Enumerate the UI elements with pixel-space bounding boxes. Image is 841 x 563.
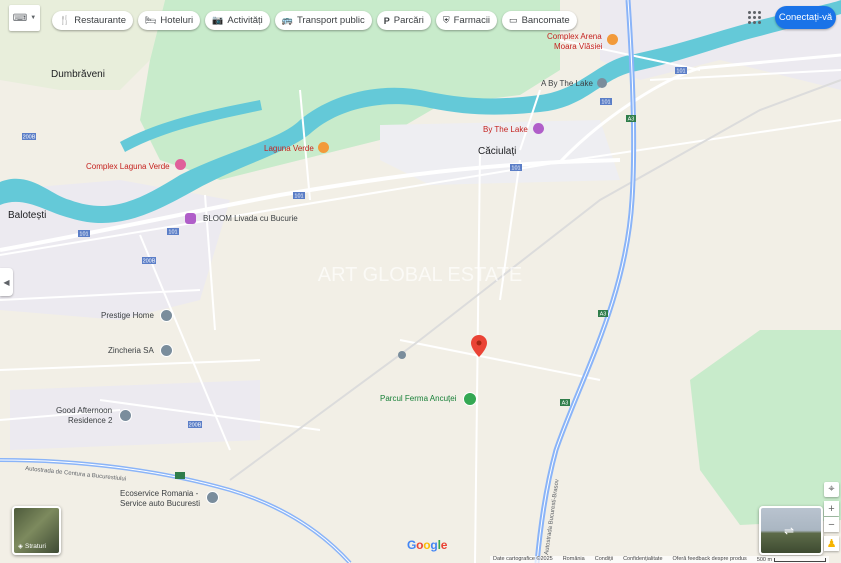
privacy-link[interactable]: Confidențialitate (623, 556, 662, 563)
keyboard-icon: ⌨ (12, 12, 28, 24)
place-pin-icon[interactable] (597, 78, 607, 88)
shield-101-1: 101 (79, 232, 88, 238)
label-ecoservice-1[interactable]: Ecoservice Romania - (120, 489, 198, 498)
road-names: Autostrada de Centura a Bucurestiului Au… (25, 466, 561, 555)
parking-icon: P (383, 15, 390, 26)
shield-200b-1: 200B (23, 135, 36, 141)
label-a-by-the-lake[interactable]: A By The Lake (541, 79, 593, 88)
map-footer: Date cartografice ©2025 România Condiții… (490, 556, 830, 563)
pharmacy-icon: ⛨ (442, 15, 450, 25)
chip-atms[interactable]: ▭ Bancomate (502, 11, 577, 30)
shop-pin-icon[interactable] (185, 213, 196, 224)
sign-in-button[interactable]: Conectați-vă (775, 6, 836, 29)
chip-label: Hoteluri (160, 15, 194, 26)
chip-pharmacies[interactable]: ⛨ Farmacii (435, 11, 498, 30)
scale-label: 500 m (756, 556, 773, 563)
bus-icon: 🚌 (281, 15, 293, 25)
scale-bar[interactable]: 500 m (756, 556, 827, 563)
label-by-the-lake[interactable]: By The Lake (483, 125, 528, 134)
shield-a3-3: A3 (562, 401, 569, 407)
shield-101-3: 101 (294, 194, 303, 200)
label-balotesti[interactable]: Balotești (8, 210, 46, 221)
watermark: ART GLOBAL ESTATE (318, 264, 523, 286)
layers-text: Straturi (25, 542, 46, 550)
chip-label: Bancomate (521, 15, 570, 26)
fork-knife-icon: 🍴 (59, 15, 71, 25)
layers-icon: ◈ (18, 543, 23, 550)
small-place-icon[interactable] (398, 351, 406, 359)
place-pin-icon-3[interactable] (160, 344, 173, 357)
layers-button[interactable]: ◈ Straturi (12, 506, 61, 555)
selected-location-pin-icon[interactable] (471, 335, 487, 362)
shield-101-2: 101 (168, 230, 177, 236)
hotel-pin-icon-2[interactable] (175, 159, 186, 170)
bed-icon: 🛏 (144, 15, 157, 25)
restaurant-pin-icon-2[interactable] (318, 142, 329, 153)
input-tools-button[interactable]: ⌨ ▼ (9, 5, 40, 31)
chip-label: Parcări (393, 15, 424, 26)
street-view-icon: ⇌ (784, 524, 795, 538)
label-dumbraveni[interactable]: Dumbrăveni (51, 69, 105, 80)
feedback-link[interactable]: Oferă feedback despre produs (673, 556, 747, 563)
label-caciulati[interactable]: Căciulați (478, 146, 516, 157)
shield-a3-1: A3 (628, 117, 635, 123)
place-pin-icon-4[interactable] (119, 409, 132, 422)
crosshair-icon: ⌖ (828, 483, 835, 495)
car-service-pin-icon[interactable] (206, 491, 219, 504)
hotel-pin-icon[interactable] (533, 123, 544, 134)
atm-icon: ▭ (509, 15, 518, 25)
collapse-panel-button[interactable]: ◀ (0, 268, 13, 296)
chip-label: Activități (227, 15, 263, 26)
label-ecoservice-2[interactable]: Service auto Bucuresti (120, 499, 200, 508)
label-bloom[interactable]: BLOOM Livada cu Bucurie (203, 214, 298, 223)
map-data-credit: Date cartografice ©2025 (493, 556, 553, 562)
forest-area-east (690, 330, 841, 525)
apps-grid-icon[interactable] (748, 11, 761, 24)
chip-restaurants[interactable]: 🍴 Restaurante (52, 11, 133, 30)
zoom-out-button[interactable]: − (824, 517, 839, 532)
label-moara-vlasiei[interactable]: Moara Vlăsiei (554, 42, 602, 51)
urban-area-south (10, 380, 260, 450)
chip-activities[interactable]: 📷 Activități (205, 11, 270, 30)
terms-link[interactable]: Condiții (595, 556, 613, 563)
scale-line (774, 557, 827, 562)
category-chips: 🍴 Restaurante 🛏 Hoteluri 📷 Activități 🚌 Tran… (52, 11, 577, 30)
label-laguna-verde[interactable]: Laguna Verde (264, 144, 314, 153)
shield-200b-3: 200B (189, 423, 202, 429)
chip-label: Transport public (296, 15, 365, 26)
label-good-afternoon-2[interactable]: Residence 2 (68, 416, 112, 425)
chip-label: Restaurante (74, 15, 126, 26)
place-pin-icon-2[interactable] (160, 309, 173, 322)
chip-parking[interactable]: P Parcări (376, 11, 431, 30)
my-location-button[interactable]: ⌖ (824, 482, 839, 497)
country-link[interactable]: România (563, 556, 585, 563)
label-complex-laguna[interactable]: Complex Laguna Verde (86, 162, 170, 171)
layers-label: ◈ Straturi (18, 542, 46, 551)
map-canvas[interactable]: 200B 101 101 200B 101 101 101 101 A3 A3 … (0, 0, 841, 563)
google-logo: Google (407, 538, 448, 552)
restaurant-pin-icon[interactable] (607, 34, 618, 45)
label-complex-arena[interactable]: Complex Arena (547, 32, 602, 41)
shield-a3-2: A3 (600, 312, 607, 318)
label-zincheria[interactable]: Zincheria SA (108, 346, 154, 355)
shield-101-5: 101 (601, 100, 610, 106)
chevron-left-icon: ◀ (3, 277, 10, 287)
pegman-icon[interactable]: ♟ (824, 536, 839, 551)
chip-transit[interactable]: 🚌 Transport public (274, 11, 372, 30)
ring-road-name: Autostrada de Centura a Bucurestiului (25, 466, 126, 483)
chip-label: Farmacii (453, 15, 491, 26)
park-pin-icon[interactable] (463, 392, 477, 406)
shield-101-4: 101 (511, 166, 520, 172)
shield-101-6: 101 (676, 69, 685, 75)
zoom-in-button[interactable]: + (824, 501, 839, 516)
label-parcul[interactable]: Parcul Ferma Ancuței (380, 394, 456, 403)
street-view-thumbnail[interactable]: ⇌ (759, 506, 823, 555)
shield-200b-2: 200B (143, 259, 156, 265)
camera-icon: 📷 (212, 15, 224, 25)
label-prestige[interactable]: Prestige Home (101, 311, 154, 320)
chevron-down-icon: ▼ (30, 15, 37, 21)
chip-hotels[interactable]: 🛏 Hoteluri (137, 11, 201, 30)
label-good-afternoon-1[interactable]: Good Afternoon (56, 406, 112, 415)
